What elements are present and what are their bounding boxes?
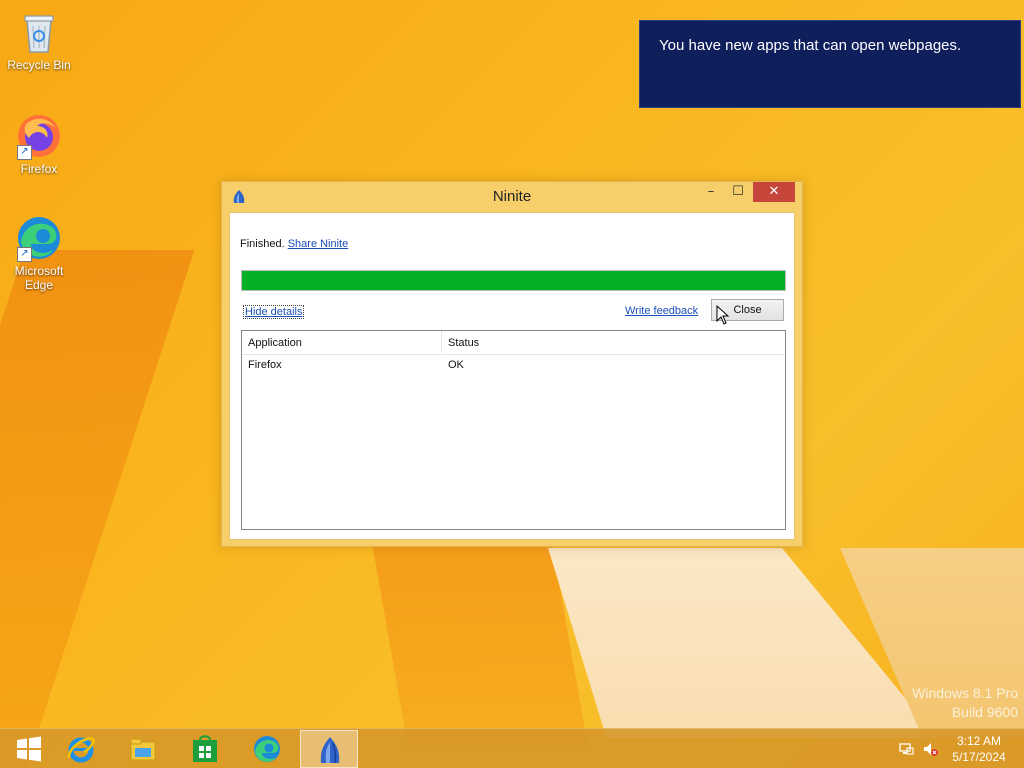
store-icon: [190, 734, 220, 764]
shortcut-arrow-icon: ↗: [17, 247, 32, 262]
taskbar-edge[interactable]: [238, 730, 296, 768]
network-icon[interactable]: [898, 741, 914, 757]
list-header: Application Status: [242, 331, 785, 355]
progress-bar: [241, 270, 786, 291]
clock-date: 5/17/2024: [952, 750, 1006, 764]
wallpaper-shape-right: [548, 548, 938, 738]
cell-status: OK: [448, 359, 464, 371]
shortcut-arrow-icon: ↗: [17, 145, 32, 160]
ninite-window: Ninite – ☐ ✕ Finished. Share Ninite Hide…: [221, 181, 803, 547]
details-list[interactable]: Application Status Firefox OK: [241, 330, 786, 530]
start-button[interactable]: [0, 730, 58, 768]
notification-message: You have new apps that can open webpages…: [659, 37, 962, 54]
progress-bar-fill: [242, 271, 785, 290]
desktop-icon-microsoft-edge[interactable]: ↗ Microsoft Edge: [1, 214, 77, 292]
ninite-icon: [315, 735, 345, 765]
taskbar-file-explorer[interactable]: [114, 730, 172, 768]
taskbar-ninite[interactable]: [300, 730, 358, 768]
recycle-bin-icon: [15, 8, 63, 56]
column-divider: [441, 331, 442, 353]
cell-application: Firefox: [248, 359, 282, 371]
notification-toast[interactable]: You have new apps that can open webpages…: [639, 20, 1021, 108]
column-header-status[interactable]: Status: [448, 337, 479, 349]
system-clock[interactable]: 3:12 AM 5/17/2024: [942, 733, 1016, 765]
wallpaper-shape-middle: [372, 545, 588, 745]
desktop-icon-label: Microsoft Edge: [14, 264, 64, 292]
minimize-button[interactable]: –: [700, 182, 722, 202]
desktop-icon-label: Firefox: [20, 162, 58, 176]
wallpaper-shape-left: [0, 250, 195, 768]
firefox-icon: ↗: [15, 112, 63, 160]
status-line: Finished. Share Ninite: [240, 238, 348, 250]
clock-time: 3:12 AM: [956, 734, 1002, 748]
taskbar: 3:12 AM 5/17/2024: [0, 728, 1024, 768]
windows-watermark: Windows 8.1 Pro Build 9600: [912, 684, 1018, 722]
hide-details-link[interactable]: Hide details: [243, 305, 305, 319]
taskbar-store[interactable]: [176, 730, 234, 768]
watermark-build: Build 9600: [951, 704, 1018, 720]
edge-icon: ↗: [15, 214, 63, 262]
write-feedback-link[interactable]: Write feedback: [625, 305, 698, 317]
desktop-icon-recycle-bin[interactable]: Recycle Bin: [1, 8, 77, 72]
internet-explorer-icon: [66, 734, 96, 764]
maximize-button[interactable]: ☐: [727, 182, 749, 202]
edge-icon: [252, 734, 282, 764]
desktop-icon-firefox[interactable]: ↗ Firefox: [1, 112, 77, 176]
windows-start-icon: [14, 734, 44, 764]
volume-muted-icon[interactable]: [922, 741, 938, 757]
desktop-icon-label: Recycle Bin: [7, 58, 71, 72]
window-client-area: Finished. Share Ninite Hide details Writ…: [229, 212, 795, 540]
window-titlebar[interactable]: Ninite – ☐ ✕: [222, 182, 802, 212]
file-explorer-icon: [128, 734, 158, 764]
taskbar-internet-explorer[interactable]: [52, 730, 110, 768]
column-header-application[interactable]: Application: [248, 337, 302, 349]
list-item[interactable]: Firefox OK: [242, 355, 785, 375]
share-ninite-link[interactable]: Share Ninite: [288, 238, 349, 250]
status-text: Finished.: [240, 238, 285, 250]
mouse-pointer-icon: [716, 304, 730, 325]
close-window-button[interactable]: ✕: [753, 182, 795, 202]
watermark-edition: Windows 8.1 Pro: [912, 685, 1018, 701]
